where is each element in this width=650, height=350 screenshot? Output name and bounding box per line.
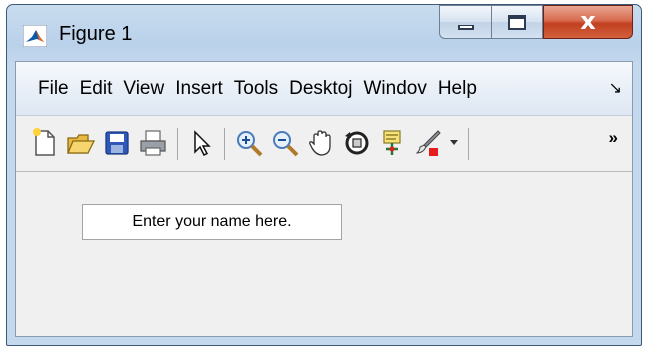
figure-canvas: Enter your name here. (16, 172, 632, 336)
close-icon: x (580, 7, 596, 35)
figure-toolbar: » (16, 116, 632, 172)
figure-client-area: File Edit View Insert Tools Desktoj Wind… (15, 61, 633, 337)
menu-bar: File Edit View Insert Tools Desktoj Wind… (16, 62, 632, 116)
minimize-icon (457, 24, 474, 30)
zoom-in-icon[interactable] (234, 128, 264, 158)
menu-desktop[interactable]: Desktoj (289, 78, 352, 100)
window-title: Figure 1 (59, 23, 133, 45)
close-button[interactable]: x (543, 5, 633, 39)
pointer-icon[interactable] (186, 128, 216, 158)
rotate-3d-icon[interactable] (342, 128, 372, 158)
menu-tools[interactable]: Tools (234, 78, 278, 100)
toolbar-separator (224, 128, 225, 160)
name-edit-field[interactable]: Enter your name here. (82, 204, 342, 240)
brush-dropdown-icon[interactable] (450, 140, 458, 145)
menu-overflow-icon[interactable]: ↘ (609, 78, 622, 98)
open-file-icon[interactable] (66, 128, 96, 158)
new-figure-icon[interactable] (30, 128, 60, 158)
menu-file[interactable]: File (38, 78, 69, 100)
minimize-button[interactable] (439, 5, 491, 39)
menu-help[interactable]: Help (438, 78, 477, 100)
save-icon[interactable] (102, 128, 132, 158)
menu-edit[interactable]: Edit (80, 78, 113, 100)
toolbar-separator (468, 128, 469, 160)
menu-view[interactable]: View (123, 78, 164, 100)
brush-icon[interactable] (414, 128, 444, 158)
caption-buttons: x (439, 5, 633, 41)
zoom-out-icon[interactable] (270, 128, 300, 158)
pan-hand-icon[interactable] (306, 128, 336, 158)
maximize-icon (508, 14, 526, 30)
maximize-button[interactable] (491, 5, 543, 39)
matlab-logo-icon (22, 24, 48, 48)
print-icon[interactable] (138, 128, 168, 158)
menu-insert[interactable]: Insert (175, 78, 223, 100)
data-cursor-icon[interactable] (378, 128, 408, 158)
title-bar[interactable]: Figure 1 x (7, 5, 641, 61)
figure-window: Figure 1 x File Edit View Insert Tools D… (6, 4, 642, 346)
menu-window[interactable]: Windov (363, 78, 426, 100)
toolbar-overflow-icon[interactable]: » (609, 128, 618, 148)
toolbar-separator (177, 128, 178, 160)
